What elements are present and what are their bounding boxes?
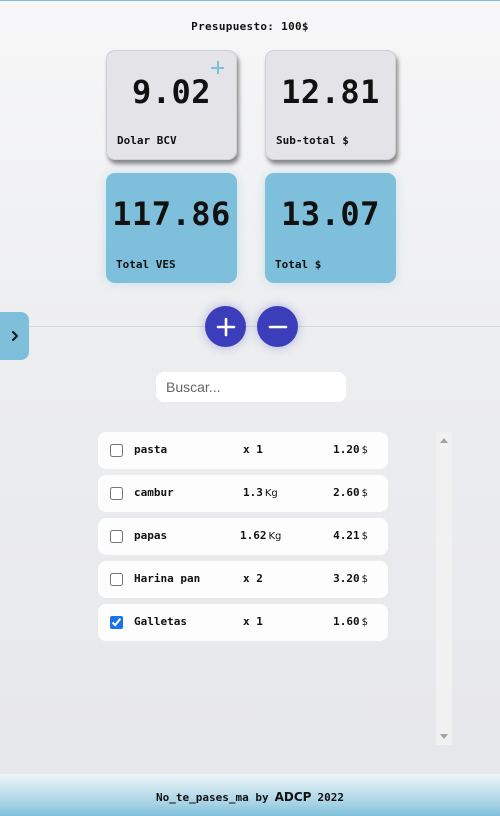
footer-prefix: No_te_pases_ma by	[156, 790, 269, 804]
total-usd-label: Total $	[275, 258, 322, 271]
total-usd-card: 13.07 Total $	[265, 173, 396, 283]
subtotal-card: 12.81 Sub-total $	[265, 50, 396, 160]
item-name: Galletas	[134, 615, 187, 628]
item-checkbox[interactable]	[110, 487, 123, 500]
item-name: pasta	[134, 443, 168, 456]
item-checkbox[interactable]	[110, 530, 123, 543]
footer: No_te_pases_ma by ADCP 2022	[0, 774, 500, 816]
item-checkbox[interactable]	[110, 616, 123, 629]
list-item[interactable]: pasta x 1 1.20 $	[98, 432, 388, 469]
dolar-bcv-label: Dolar BCV	[117, 134, 177, 147]
item-quantity: x 1	[243, 615, 263, 628]
divider	[0, 326, 500, 327]
budget-label: Presupuesto: 100$	[191, 20, 309, 33]
total-usd-value: 13.07	[281, 195, 380, 233]
item-name: Harina pan	[134, 572, 201, 585]
search-input[interactable]	[156, 372, 346, 402]
subtotal-label: Sub-total $	[276, 134, 349, 147]
subtotal-value: 12.81	[281, 73, 380, 111]
item-quantity: x 2	[243, 572, 263, 585]
item-name: cambur	[134, 486, 174, 499]
item-checkbox[interactable]	[110, 573, 123, 586]
total-ves-label: Total VES	[116, 258, 176, 271]
footer-brand: ADCP	[274, 790, 312, 804]
dolar-bcv-value: 9.02	[131, 73, 212, 111]
list-item[interactable]: cambur 1.3 Kg 2.60 $	[98, 475, 388, 512]
list-item[interactable]: Harina pan x 2 3.20 $	[98, 561, 388, 598]
item-name: papas	[134, 529, 168, 542]
list-item[interactable]: Galletas x 1 1.60 $	[98, 604, 388, 641]
total-ves-value: 117.86	[112, 195, 231, 233]
list-scrollbar[interactable]	[436, 432, 452, 745]
item-quantity: 1.62 Kg	[240, 529, 282, 542]
add-item-button[interactable]	[205, 306, 246, 347]
item-price: 1.60 $	[333, 615, 368, 628]
plus-icon	[216, 317, 235, 336]
item-price: 2.60 $	[333, 486, 368, 499]
item-quantity: 1.3 Kg	[243, 486, 278, 499]
item-price: 3.20 $	[333, 572, 368, 585]
dolar-bcv-card: 9.02 Dolar BCV	[106, 50, 237, 160]
total-ves-card: 117.86 Total VES	[106, 173, 237, 283]
sidebar-toggle-button[interactable]	[0, 312, 29, 360]
footer-year: 2022	[317, 790, 344, 804]
list-item[interactable]: papas 1.62 Kg 4.21 $	[98, 518, 388, 555]
top-border	[0, 0, 500, 1]
item-price: 1.20 $	[333, 443, 368, 456]
scroll-down-arrow-icon[interactable]	[440, 734, 448, 739]
item-price: 4.21 $	[333, 529, 368, 542]
scroll-up-arrow-icon[interactable]	[440, 438, 448, 443]
remove-item-button[interactable]	[257, 306, 298, 347]
chevron-right-icon	[11, 331, 18, 341]
item-checkbox[interactable]	[110, 444, 123, 457]
item-quantity: x 1	[243, 443, 263, 456]
minus-icon	[268, 325, 287, 328]
